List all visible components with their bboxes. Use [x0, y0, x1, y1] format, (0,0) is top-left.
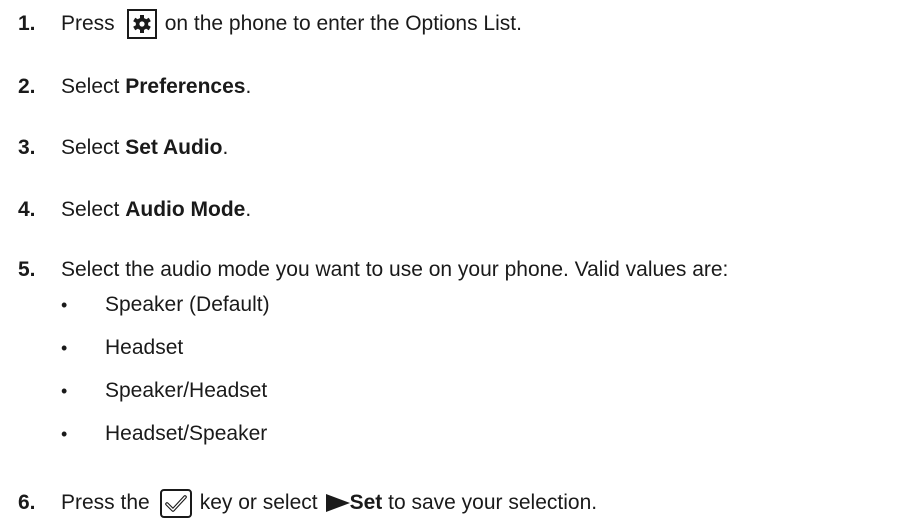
step-number: 2. — [18, 75, 36, 98]
bullet-item: • Speaker/Headset — [61, 377, 267, 405]
step-text: Select Audio Mode. — [61, 198, 251, 222]
step-1: 1. Press on the phone to enter the Optio… — [18, 7, 522, 41]
step-number: 1. — [18, 12, 36, 35]
audio-mode-option: Speaker (Default) — [105, 293, 270, 316]
step-text-before: Press the — [61, 491, 150, 514]
audio-mode-option: Speaker/Headset — [105, 379, 268, 402]
step-text: Press on the phone to enter the Options … — [61, 9, 522, 39]
step-text: Select Preferences. — [61, 75, 251, 99]
step-text-after: on the phone to enter the Options List. — [164, 12, 522, 35]
right-triangle-icon — [325, 494, 350, 512]
menu-option-preferences: Preferences — [125, 75, 246, 98]
step-number: 3. — [18, 136, 36, 159]
step-text-after: . — [245, 198, 252, 221]
step-4: 4. Select Audio Mode. — [18, 193, 251, 227]
step-text-before: Select — [61, 75, 120, 98]
softkey-set-label: Set — [349, 491, 383, 514]
instruction-document: 1. Press on the phone to enter the Optio… — [0, 0, 910, 529]
menu-option-audio-mode: Audio Mode — [125, 198, 246, 221]
step-text: Select the audio mode you want to use on… — [61, 258, 729, 281]
step-2: 2. Select Preferences. — [18, 70, 251, 104]
step-text-after: to save your selection. — [388, 491, 598, 514]
step-5: 5. Select the audio mode you want to use… — [18, 253, 728, 287]
step-text-before: Select — [61, 198, 120, 221]
bullet-item: • Speaker (Default) — [61, 291, 270, 319]
bullet-item: • Headset — [61, 334, 183, 362]
step-3: 3. Select Set Audio. — [18, 131, 228, 165]
menu-option-set-audio: Set Audio — [125, 136, 223, 159]
step-number: 6. — [18, 491, 36, 514]
checkmark-key-icon — [159, 488, 192, 518]
step-text: Select Set Audio. — [61, 136, 228, 160]
bullet-icon: • — [61, 294, 68, 315]
step-text-before: Press — [61, 12, 115, 35]
bullet-icon: • — [61, 380, 68, 401]
audio-mode-option: Headset/Speaker — [105, 422, 268, 445]
step-6: 6. Press the key or select Set to save y… — [18, 486, 597, 520]
bullet-icon: • — [61, 423, 68, 444]
step-text-middle: key or select — [199, 491, 318, 514]
step-text-after: . — [222, 136, 229, 159]
audio-mode-option: Headset — [105, 336, 184, 359]
gear-icon — [126, 9, 157, 39]
bullet-icon: • — [61, 337, 68, 358]
step-text-before: Select — [61, 136, 120, 159]
step-text-after: . — [245, 75, 252, 98]
step-text: Press the key or select Set to save your… — [61, 488, 598, 518]
bullet-item: • Headset/Speaker — [61, 420, 267, 448]
step-number: 5. — [18, 258, 36, 281]
step-number: 4. — [18, 198, 36, 221]
